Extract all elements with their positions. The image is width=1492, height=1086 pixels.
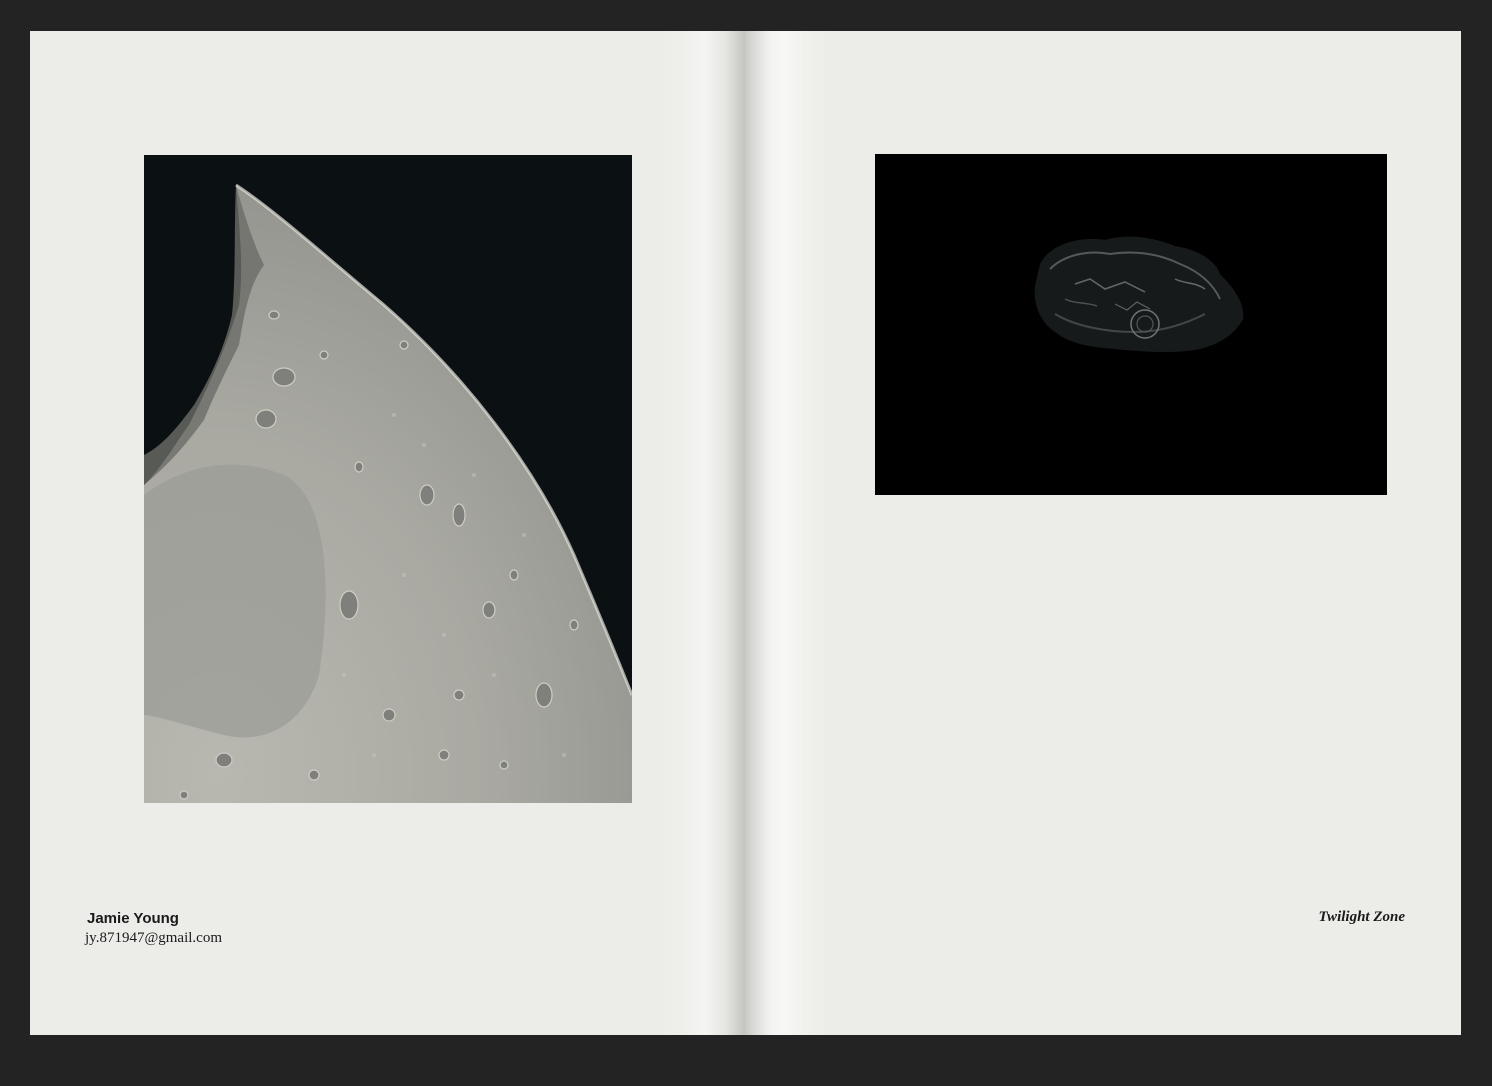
dark-rock-photograph (875, 154, 1387, 495)
moon-photograph (144, 155, 632, 803)
document-viewer: Jamie Young jy.871947@gmail.com Twilight… (0, 0, 1492, 1086)
author-name: Jamie Young (87, 910, 179, 927)
author-email: jy.871947@gmail.com (85, 930, 222, 946)
left-page: Jamie Young jy.871947@gmail.com (30, 31, 745, 1035)
right-page: Twilight Zone (745, 31, 1461, 1035)
work-title: Twilight Zone (1318, 909, 1405, 925)
book-spread: Jamie Young jy.871947@gmail.com Twilight… (30, 31, 1461, 1035)
